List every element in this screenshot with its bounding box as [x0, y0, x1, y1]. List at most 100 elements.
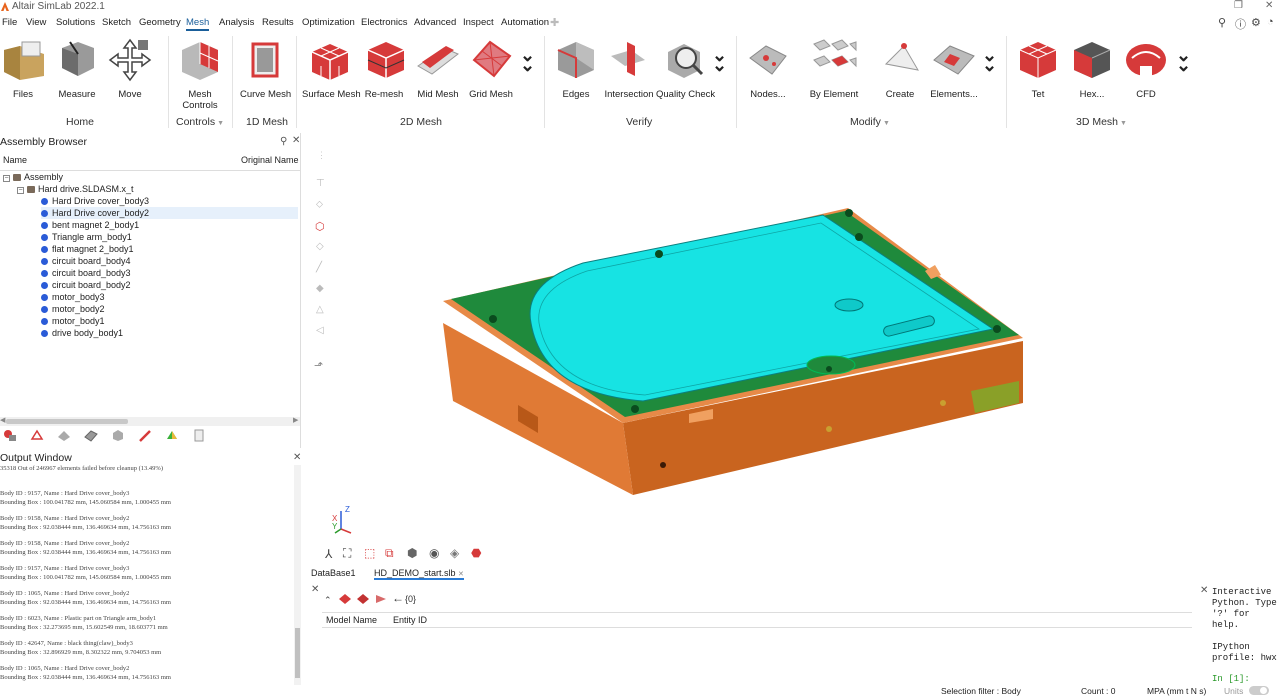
vertical-scrollbar[interactable] — [294, 465, 301, 685]
section-cut-icon[interactable]: ◈ — [450, 546, 459, 560]
horizontal-scrollbar[interactable]: ◀ ▶ — [0, 417, 300, 426]
edges-button[interactable]: Edges — [552, 36, 600, 100]
by-element-button[interactable]: By Element — [798, 36, 870, 100]
select-tool-icon[interactable]: ⊤ — [316, 178, 325, 189]
display-tool-icon[interactable]: ⬦ — [316, 199, 323, 210]
menu-geometry[interactable]: Geometry — [139, 17, 181, 28]
close-window-icon[interactable]: ✕ — [1265, 0, 1273, 11]
mesh-display-icon[interactable]: ⬣ — [471, 546, 481, 560]
settings-icon[interactable]: ⚙ — [1251, 16, 1261, 29]
mesh-select-icon[interactable] — [338, 593, 352, 605]
mesh-list-icon[interactable] — [57, 429, 71, 442]
files-button[interactable]: Files — [0, 36, 46, 100]
tree-body-item[interactable]: Hard Drive cover_body3 — [41, 195, 298, 207]
create-button[interactable]: Create — [878, 36, 922, 100]
element-filter-icon[interactable]: △ — [316, 304, 324, 315]
element-face-filter-icon[interactable]: ◁ — [316, 325, 324, 336]
tree-body-item[interactable]: circuit board_body4 — [41, 255, 298, 267]
hard-drive-model[interactable] — [303, 133, 1280, 563]
cursor-tool-icon[interactable]: ⬏ — [314, 359, 323, 372]
fit-view-icon[interactable]: ⛶ — [343, 546, 351, 561]
menu-results[interactable]: Results — [262, 17, 294, 28]
close-icon[interactable]: ✕ — [292, 135, 300, 146]
surface-mesh-button[interactable]: Surface Mesh — [302, 36, 361, 100]
group-3d-mesh[interactable]: 3D Mesh ▼ — [1076, 116, 1127, 128]
python-console[interactable]: ✕ Interactive Python. Type '?' for help.… — [1200, 584, 1280, 688]
edge-filter-icon[interactable]: ╱ — [316, 262, 322, 273]
graphics-viewport[interactable]: ⋮ ⊤ ⬦ ⬡ ◇ ╱ ◆ △ ◁ ⬏ Z X Y ⅄ ⛶ ⬚ ⧉ ⬢ ◉ ◈ … — [303, 133, 1280, 563]
menu-file[interactable]: File — [2, 17, 17, 28]
tree-body-item[interactable]: circuit board_body3 — [41, 267, 298, 279]
measure-button[interactable]: Measure — [54, 36, 100, 100]
menu-view[interactable]: View — [26, 17, 46, 28]
close-icon[interactable]: ✕ — [293, 452, 301, 463]
tree-body-item[interactable]: drive body_body1 — [41, 327, 298, 339]
units-status[interactable]: MPA (mm t N s) — [1147, 686, 1206, 696]
close-tab-icon[interactable]: ✕ — [458, 571, 464, 578]
scroll-left-icon[interactable]: ◀ — [0, 416, 5, 424]
properties-icon[interactable] — [111, 429, 125, 442]
more-2d-mesh-chevron-icon[interactable]: ⌄ ⌄ — [520, 46, 535, 74]
hex-button[interactable]: Hex... — [1068, 36, 1116, 100]
help-icon[interactable]: ⓘ — [1235, 16, 1246, 32]
tree-node-file[interactable]: − Hard drive.SLDASM.x_t — [17, 183, 134, 195]
zoom-selection-icon[interactable]: ⧉ — [385, 546, 394, 561]
collapse-up-icon[interactable]: ⌃ — [324, 595, 332, 606]
tree-body-item[interactable]: Triangle arm_body1 — [41, 231, 298, 243]
tree-body-item[interactable]: bent magnet 2_body1 — [41, 219, 298, 231]
body-filter-icon[interactable]: ⬡ — [315, 220, 325, 233]
tree-body-item[interactable]: flat magnet 2_body1 — [41, 243, 298, 255]
restore-window-icon[interactable]: ❐ — [1234, 0, 1243, 11]
units-toggle[interactable] — [1249, 686, 1269, 695]
cfd-button[interactable]: CFD — [1122, 36, 1170, 100]
menu-sketch[interactable]: Sketch — [102, 17, 131, 28]
menu-solutions[interactable]: Solutions — [56, 17, 95, 28]
tab-database1[interactable]: DataBase1 — [311, 568, 356, 578]
collapse-icon[interactable]: − — [17, 187, 24, 194]
menu-inspect[interactable]: Inspect — [463, 17, 494, 28]
notification-icon[interactable]: ◔ — [1267, 16, 1274, 28]
remesh-button[interactable]: Re-mesh — [362, 36, 406, 100]
scrollbar-thumb[interactable] — [295, 628, 300, 678]
tet-button[interactable]: Tet — [1014, 36, 1062, 100]
menu-electronics[interactable]: Electronics — [361, 17, 407, 28]
scroll-right-icon[interactable]: ▶ — [293, 416, 298, 424]
collapse-icon[interactable]: − — [3, 175, 10, 182]
search-icon[interactable]: ⚲ — [1218, 16, 1226, 29]
tree-body-item[interactable]: motor_body3 — [41, 291, 298, 303]
groups-icon[interactable] — [30, 429, 44, 442]
tree-body-item[interactable]: circuit board_body2 — [41, 279, 298, 291]
menu-advanced[interactable]: Advanced — [414, 17, 456, 28]
more-modify-chevron-icon[interactable]: ⌄ ⌄ — [982, 46, 997, 74]
quality-check-button[interactable]: Quality Check — [656, 36, 715, 100]
notes-icon[interactable] — [192, 429, 206, 442]
results-icon[interactable] — [165, 429, 179, 442]
axes-view-icon[interactable]: ⅄ — [325, 547, 332, 561]
body-select-icon[interactable] — [356, 593, 370, 605]
close-icon[interactable]: ✕ — [1200, 585, 1208, 596]
tree-node-assembly[interactable]: − Assembly — [3, 171, 63, 183]
shaded-view-icon[interactable]: ⬢ — [407, 546, 417, 560]
menu-automation[interactable]: Automation — [501, 17, 549, 28]
tab-hd-demo-start[interactable]: HD_DEMO_start.slb ✕ — [374, 568, 464, 580]
curve-mesh-button[interactable]: Curve Mesh — [240, 36, 291, 100]
materials-icon[interactable] — [84, 429, 98, 442]
column-entity-id-header[interactable]: Entity ID — [393, 615, 427, 625]
column-name-header[interactable]: Name — [3, 155, 27, 169]
elements-button[interactable]: Elements... — [928, 36, 980, 100]
group-select-icon[interactable] — [374, 593, 388, 605]
show-hide-icon[interactable]: ◉ — [429, 546, 439, 560]
search-icon[interactable]: ⚲ — [280, 136, 287, 147]
tree-body-item[interactable]: motor_body1 — [41, 315, 298, 327]
menu-optimization[interactable]: Optimization — [302, 17, 355, 28]
nodes-button[interactable]: Nodes... — [744, 36, 792, 100]
column-model-name-header[interactable]: Model Name — [326, 615, 377, 625]
column-original-name-header[interactable]: Original Name — [241, 155, 299, 169]
menu-analysis[interactable]: Analysis — [219, 17, 254, 28]
face-filter-icon[interactable]: ◇ — [316, 241, 324, 252]
view-tool-icon[interactable]: ⋮ — [317, 150, 326, 161]
tree-body-item[interactable]: motor_body2 — [41, 303, 298, 315]
back-arrow-icon[interactable]: ← — [392, 591, 404, 605]
tree-body-item-selected[interactable]: Hard Drive cover_body2 — [41, 207, 298, 219]
scrollbar-thumb[interactable] — [6, 419, 128, 424]
